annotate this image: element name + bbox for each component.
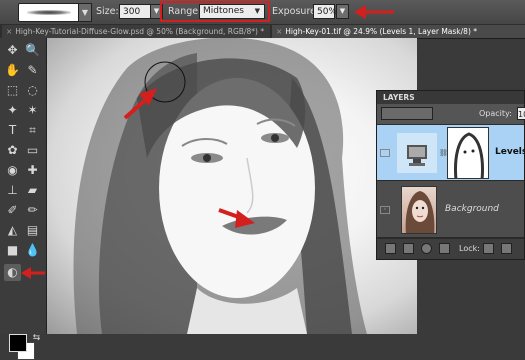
layer-name-levels: Levels [495, 147, 525, 157]
paint-bucket-tool-icon[interactable]: ◭ [4, 222, 21, 239]
red-eye-tool-icon[interactable]: ◉ [4, 162, 21, 179]
layers-panel-options: Opacity: 10 [377, 104, 525, 125]
visibility-icon[interactable]: ◦ [380, 206, 390, 214]
lasso-tool-icon[interactable]: ◌ [24, 82, 41, 99]
straighten-tool-icon[interactable]: ▭ [24, 142, 41, 159]
gradient-tool-icon[interactable]: ▤ [24, 222, 41, 239]
range-label: Range: [168, 6, 202, 17]
brush-tool-icon[interactable]: ✐ [4, 202, 21, 219]
move-tool-icon[interactable]: ✥ [4, 42, 21, 59]
shape-tool-icon[interactable]: ■ [4, 242, 21, 259]
size-field[interactable]: 300 px [119, 4, 154, 32]
new-group-icon[interactable] [403, 243, 414, 254]
new-layer-icon[interactable] [385, 243, 396, 254]
brush-preview[interactable] [18, 3, 80, 22]
red-arrow-exposure [354, 5, 394, 19]
cookie-cutter-tool-icon[interactable]: ✿ [4, 142, 21, 159]
layers-panel-title: LAYERS [377, 91, 524, 104]
eraser-tool-icon[interactable]: ▰ [24, 182, 41, 199]
chevron-down-icon: ▼ [254, 7, 260, 15]
visibility-icon[interactable]: ◦ [380, 149, 390, 157]
document-tab-bar: × High-Key-Tutorial-Diffuse-Glow.psd @ 50… [0, 24, 525, 39]
tab-diffuse-glow[interactable]: × High-Key-Tutorial-Diffuse-Glow.psd @ 50… [2, 25, 270, 38]
foreground-color-swatch[interactable] [9, 334, 27, 352]
close-icon[interactable]: × [6, 27, 12, 36]
crop-tool-icon[interactable]: ⌗ [24, 122, 41, 139]
portrait-image [73, 38, 367, 334]
brush-picker-dropdown[interactable]: ▼ [78, 3, 92, 22]
adjustment-layer-icon[interactable] [421, 243, 432, 254]
red-arrow-dodge-tool [21, 267, 45, 279]
clone-stamp-tool-icon[interactable]: ⊥ [4, 182, 21, 199]
lock-transparency-icon[interactable] [483, 243, 494, 254]
swap-colors-icon[interactable]: ⇆ [28, 330, 45, 347]
toolbox: ✥ 🔍 ✋ ✎ ⬚ ◌ ✦ ✶ T ⌗ ✿ ▭ ◉ ✚ ⊥ ▰ ✐ ✏ ◭ ▤ … [0, 38, 47, 360]
hand-tool-icon[interactable]: ✋ [4, 62, 21, 79]
range-select-value: Midtones [203, 6, 244, 16]
smart-brush-tool-icon[interactable]: ✏ [24, 202, 41, 219]
type-tool-icon[interactable]: T [4, 122, 21, 139]
layers-panel: LAYERS Opacity: 10 ◦ ⛓ Levels ◦ [376, 90, 525, 260]
options-bar: ▼ Size: 300 px ▼ Range: Midtones ▼ Expos… [0, 0, 525, 32]
blur-tool-icon[interactable]: 💧 [24, 242, 41, 259]
layer-row-levels[interactable]: ◦ ⛓ Levels [377, 125, 525, 181]
add-mask-icon[interactable] [439, 243, 450, 254]
layer-name-background: Background [445, 204, 499, 214]
opacity-label: Opacity: [479, 109, 512, 118]
magic-wand-tool-icon[interactable]: ✶ [24, 102, 41, 119]
lock-label: Lock: [459, 244, 480, 253]
opacity-field[interactable]: 10 [517, 107, 525, 120]
exposure-field[interactable]: 50% [313, 4, 337, 19]
range-select[interactable]: Midtones ▼ [199, 4, 265, 19]
brush-stroke-icon [27, 10, 71, 15]
quick-selection-tool-icon[interactable]: ✦ [4, 102, 21, 119]
tab-high-key-01[interactable]: × High-Key-01.tif @ 24.9% (Levels 1, Laye… [272, 25, 525, 38]
layer-row-background[interactable]: ◦ Background [377, 182, 524, 238]
dodge-tool-icon[interactable]: ◐ [4, 264, 21, 281]
document-canvas[interactable] [47, 38, 417, 334]
layers-panel-footer: Lock: [377, 238, 524, 259]
healing-brush-tool-icon[interactable]: ✚ [24, 162, 41, 179]
eyedropper-tool-icon[interactable]: ✎ [24, 62, 41, 79]
layer-mask-thumbnail[interactable] [447, 127, 489, 179]
levels-adjustment-icon [397, 133, 437, 173]
size-label: Size: [96, 6, 119, 17]
blend-mode-select[interactable] [381, 107, 433, 120]
background-layer-thumbnail [401, 186, 437, 234]
marquee-tool-icon[interactable]: ⬚ [4, 82, 21, 99]
exposure-slider-button[interactable]: ▼ [336, 4, 349, 19]
zoom-tool-icon[interactable]: 🔍 [24, 42, 41, 59]
lock-all-icon[interactable] [501, 243, 512, 254]
close-icon[interactable]: × [276, 27, 282, 36]
